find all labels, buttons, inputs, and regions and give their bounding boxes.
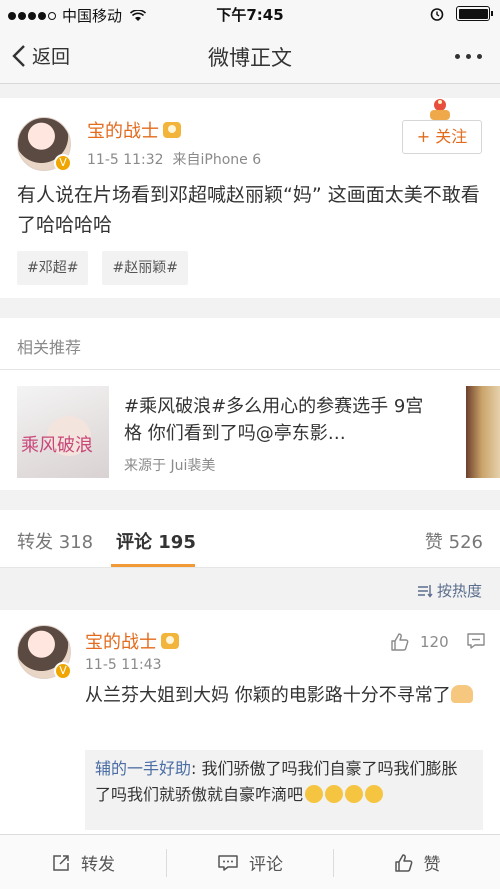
related-header: 相关推荐 [0, 318, 500, 370]
sort-label: 按热度 [436, 582, 482, 600]
status-bar: 中国移动 下午7:45 [0, 0, 500, 28]
repost-icon [53, 854, 69, 871]
tab-likes[interactable]: 赞 526 [425, 528, 483, 554]
topic-tag[interactable]: #邓超# [17, 251, 89, 285]
follow-button[interactable]: + 关注 [402, 120, 482, 154]
related-title[interactable]: #乘风破浪#多么用心的参赛选手 9宫格 你们看到了吗@亭东影… [124, 393, 434, 447]
reply-username[interactable]: 辅的一手好助 [95, 759, 191, 778]
nav-bar: 返回 微博正文 [0, 28, 500, 84]
post-tags: #邓超# #赵丽颖# [17, 251, 188, 285]
comment-reply-box[interactable]: 辅的一手好助: 我们骄傲了吗我们自豪了吗我们膨胀了吗我们就骄傲就自豪咋滴吧 [85, 750, 483, 830]
verified-badge-icon: V [54, 662, 72, 680]
post-text: 有人说在片场看到邓超喊赵丽颖“妈” 这画面太美不敢看了哈哈哈哈 [17, 184, 480, 236]
comment-like-button[interactable]: 120 [390, 632, 449, 652]
tab-repost[interactable]: 转发 318 [17, 528, 93, 554]
post-meta: 11-5 11:32 来自iPhone 6 [87, 149, 261, 169]
related-thumbnail: 乘风破浪 [17, 386, 109, 478]
post-date: 11-5 11:32 [87, 152, 164, 168]
topic-tag[interactable]: #赵丽颖# [102, 251, 188, 285]
like-button[interactable]: 赞 [334, 835, 500, 889]
thumbs-up-icon [391, 633, 409, 651]
comment-avatar[interactable]: V [17, 625, 72, 680]
status-time: 下午7:45 [216, 6, 284, 24]
verified-badge-icon: V [54, 154, 72, 172]
vip-crown-icon [161, 633, 179, 649]
bottom-action-bar: 转发 评论 赞 [0, 834, 500, 889]
emoji-icon [325, 785, 344, 803]
alarm-icon [430, 7, 444, 21]
repost-label: 转发 [81, 855, 115, 875]
vip-crown-icon [163, 122, 181, 138]
comment-text: 从兰芬大姐到大妈 你颖的电影路十分不寻常了 [85, 681, 485, 711]
comment-username[interactable]: 宝的战士 [85, 628, 179, 654]
thumbnail-signature: 乘风破浪 [21, 435, 93, 456]
comment-like-count: 120 [420, 633, 449, 651]
related-source: 来源于 Jui裴美 [124, 458, 216, 474]
emoji-icon [365, 785, 384, 803]
more-options-icon[interactable] [455, 54, 482, 59]
repost-button[interactable]: 转发 [0, 835, 166, 889]
like-label: 赞 [423, 855, 441, 875]
emoji-icon [345, 785, 364, 803]
sort-bar: 按热度 [0, 568, 500, 610]
active-tab-indicator [111, 564, 195, 567]
sort-icon [417, 584, 433, 598]
reply-icon[interactable] [466, 631, 486, 651]
related-heading: 相关推荐 [17, 338, 82, 357]
related-thumbnail-next[interactable] [466, 386, 500, 478]
comment-button[interactable]: 评论 [167, 835, 333, 889]
praying-hands-emoji-icon [450, 685, 473, 703]
battery-icon [456, 6, 493, 21]
avatar[interactable]: V [17, 117, 72, 172]
tab-comments[interactable]: 评论 195 [116, 528, 196, 554]
comment-date: 11-5 11:43 [85, 657, 162, 673]
post-username[interactable]: 宝的战士 [87, 117, 181, 143]
post-source: 来自iPhone 6 [172, 152, 262, 168]
sort-by-hot-button[interactable]: 按热度 [417, 580, 482, 601]
emoji-icon [305, 785, 324, 803]
post-tabs: 转发 318 评论 195 赞 526 [0, 510, 500, 568]
page-title: 微博正文 [208, 46, 292, 70]
comment-icon [218, 854, 238, 871]
comment-label: 评论 [249, 855, 283, 875]
thumbs-up-icon [394, 853, 412, 872]
